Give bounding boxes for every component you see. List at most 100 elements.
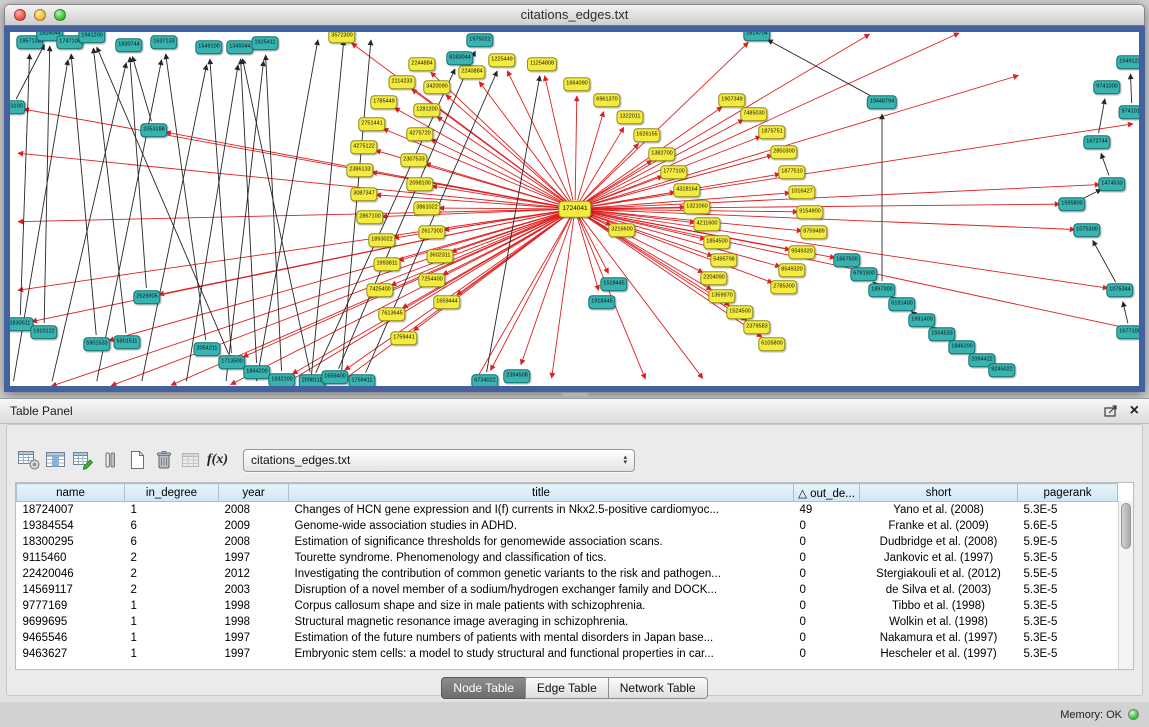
delete-table-icon[interactable]	[150, 447, 177, 473]
table-cell[interactable]: Stergiakouli et al. (2012)	[860, 566, 1018, 582]
graph-node[interactable]: 1474533	[1098, 177, 1125, 191]
graph-node[interactable]: 2867100	[356, 210, 383, 224]
tab-edge-table[interactable]: Edge Table	[525, 677, 609, 699]
graph-node[interactable]: 3861022	[413, 201, 440, 215]
column-header-year[interactable]: year	[219, 484, 289, 502]
graph-node[interactable]: 6105800	[758, 337, 785, 351]
table-cell[interactable]: 1997	[219, 630, 289, 646]
graph-node[interactable]: 1345044	[226, 40, 253, 54]
table-cell[interactable]: 1998	[219, 614, 289, 630]
table-cell[interactable]: 2	[125, 566, 219, 582]
graph-node[interactable]: 9154900	[796, 205, 823, 219]
table-scrollbar[interactable]	[1118, 501, 1133, 669]
float-panel-icon[interactable]	[1104, 405, 1118, 417]
show-columns-icon[interactable]	[42, 447, 69, 473]
table-row[interactable]: 1456911722003Disruption of a novel membe…	[17, 582, 1118, 598]
table-cell[interactable]: 18724007	[17, 502, 125, 518]
column-header-name[interactable]: name	[17, 484, 125, 502]
graph-node[interactable]: 1382700	[648, 147, 675, 161]
table-cell[interactable]: Structural magnetic resonance image aver…	[289, 614, 794, 630]
graph-node[interactable]: 1016427	[788, 185, 815, 199]
graph-hub-node[interactable]: 1724041	[558, 201, 591, 218]
graph-node[interactable]: 1925411	[251, 36, 278, 50]
graph-node[interactable]: 2526905	[133, 290, 160, 304]
tab-node-table[interactable]: Node Table	[441, 677, 526, 699]
table-cell[interactable]: Yano et al. (2008)	[860, 502, 1018, 518]
graph-node[interactable]: 1907349	[718, 93, 745, 107]
table-cell[interactable]: 1	[125, 614, 219, 630]
graph-node[interactable]: 19448794	[867, 95, 897, 109]
table-cell[interactable]: Jankovic et al. (1997)	[860, 550, 1018, 566]
graph-node[interactable]: 7425400	[366, 283, 393, 297]
graph-node[interactable]: 1993811	[373, 257, 400, 271]
close-panel-icon[interactable]: ×	[1130, 403, 1139, 419]
table-cell[interactable]: 0	[794, 630, 860, 646]
graph-node[interactable]: 5901533	[83, 337, 110, 351]
table-cell[interactable]: 9777169	[17, 598, 125, 614]
graph-node[interactable]: 1321060	[683, 200, 710, 214]
graph-node[interactable]: 1932100	[268, 373, 295, 386]
table-cell[interactable]: 0	[794, 614, 860, 630]
graph-node[interactable]: 6191400	[888, 297, 915, 311]
table-cell[interactable]: 2003	[219, 582, 289, 598]
table-cell[interactable]: Embryonic stem cells: a model to study s…	[289, 646, 794, 662]
graph-node[interactable]: 1713500	[218, 355, 245, 369]
table-cell[interactable]: 2012	[219, 566, 289, 582]
table-cell[interactable]: Changes of HCN gene expression and I(f) …	[289, 502, 794, 518]
column-header-pagerank[interactable]: pagerank	[1018, 484, 1118, 502]
graph-node[interactable]: 7254400	[418, 273, 445, 287]
graph-node[interactable]: 9741011	[1118, 105, 1139, 119]
table-cell[interactable]: 5.3E-5	[1018, 646, 1118, 662]
graph-node[interactable]: 1595800	[1058, 197, 1085, 211]
table-cell[interactable]: 2	[125, 550, 219, 566]
graph-node[interactable]: 1941200	[78, 32, 105, 43]
graph-node[interactable]: 1677100	[1116, 325, 1139, 339]
graph-node[interactable]: 1659400	[321, 370, 348, 384]
table-cell[interactable]: 9463627	[17, 646, 125, 662]
table-cell[interactable]: 2	[125, 582, 219, 598]
graph-node[interactable]: 2379583	[743, 320, 770, 334]
graph-node[interactable]: 9741000	[1093, 80, 1120, 94]
table-cell[interactable]: 2008	[219, 534, 289, 550]
column-header-out-de[interactable]: △ out_de...	[794, 484, 860, 502]
table-cell[interactable]: 1	[125, 646, 219, 662]
zoom-window-button[interactable]	[54, 9, 66, 21]
table-cell[interactable]: 0	[794, 550, 860, 566]
graph-node[interactable]: 1637133	[150, 35, 177, 49]
graph-node[interactable]: 1910122	[30, 325, 57, 339]
import-table-icon[interactable]	[177, 447, 204, 473]
graph-node[interactable]: 7485030	[740, 107, 767, 121]
graph-node[interactable]: 8549320	[778, 263, 805, 277]
table-cell[interactable]: Tibbo et al. (1998)	[860, 598, 1018, 614]
graph-node[interactable]: 1875751	[758, 125, 785, 139]
table-cell[interactable]: 9699695	[17, 614, 125, 630]
table-cell[interactable]: 22420046	[17, 566, 125, 582]
table-cell[interactable]: 1	[125, 630, 219, 646]
table-row[interactable]: 911546021997Tourette syndrome. Phenomeno…	[17, 550, 1118, 566]
new-table-icon[interactable]	[123, 447, 150, 473]
close-window-button[interactable]	[14, 9, 26, 21]
table-row[interactable]: 1938455462009Genome-wide association stu…	[17, 518, 1118, 534]
table-row[interactable]: 2242004622012Investigating the contribut…	[17, 566, 1118, 582]
graph-node[interactable]: 1667500	[833, 253, 860, 267]
table-cell[interactable]: 5.5E-5	[1018, 566, 1118, 582]
graph-node[interactable]: 2053188	[140, 123, 167, 137]
graph-node[interactable]: 1777100	[660, 165, 687, 179]
graph-node[interactable]: 1664090	[563, 77, 590, 91]
graph-node[interactable]: 1659444	[433, 295, 460, 309]
graph-node[interactable]: 2785300	[770, 280, 797, 294]
graph-node[interactable]: 1281200	[413, 103, 440, 117]
graph-node[interactable]: 9549320	[788, 245, 815, 259]
graph-node[interactable]: 2751441	[358, 117, 385, 131]
column-header-in-degree[interactable]: in_degree	[125, 484, 219, 502]
graph-node[interactable]: 5495798	[710, 253, 737, 267]
graph-node[interactable]: 1225449	[488, 53, 515, 67]
graph-node[interactable]: 1691400	[908, 313, 935, 327]
network-canvas[interactable]: 1724041224488421142331785449275144142751…	[10, 32, 1139, 386]
table-cell[interactable]: 5.9E-5	[1018, 534, 1118, 550]
graph-node[interactable]: 2244884	[408, 57, 435, 71]
table-cell[interactable]: 1997	[219, 646, 289, 662]
graph-node[interactable]: 4318164	[673, 183, 700, 197]
table-cell[interactable]: 19384554	[17, 518, 125, 534]
table-cell[interactable]: 1998	[219, 598, 289, 614]
